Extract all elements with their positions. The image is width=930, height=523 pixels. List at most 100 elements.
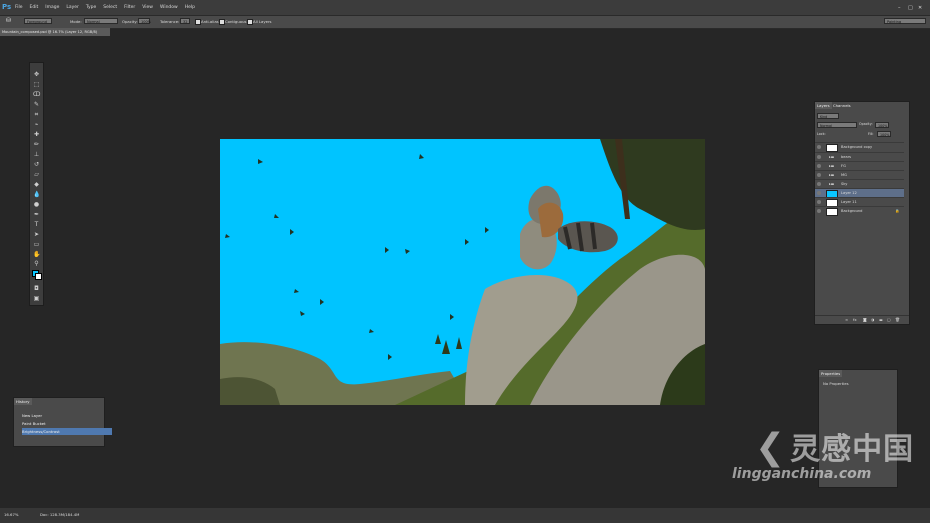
eye-icon[interactable]	[817, 182, 821, 186]
no-properties-text: No Properties	[823, 381, 849, 386]
menu-window[interactable]: Window	[160, 5, 178, 10]
folder-icon[interactable]: ▬	[879, 317, 883, 322]
mode-select[interactable]: Normal	[84, 18, 118, 24]
document-tab[interactable]: Mountain_composed.psd @ 16.7% (Layer 12,…	[0, 28, 110, 36]
zoom-level[interactable]: 16.67%	[4, 512, 18, 517]
menu-bar: Ps File Edit Image Layer Type Select Fil…	[0, 0, 930, 15]
lasso-tool-icon[interactable]: ↀ	[33, 91, 40, 98]
new-layer-icon[interactable]: ▢	[887, 317, 891, 322]
tab-channels[interactable]: Channels	[831, 102, 853, 109]
layer-name: bears	[841, 155, 852, 159]
type-tool-icon[interactable]: T	[33, 221, 40, 228]
menu-layer[interactable]: Layer	[66, 5, 79, 10]
layer-row-selected[interactable]: Layer 12	[815, 188, 904, 198]
hand-tool-icon[interactable]: ✋	[33, 251, 40, 258]
folder-icon: ▸▬	[829, 182, 835, 186]
eye-icon[interactable]	[817, 200, 821, 204]
kind-filter-select[interactable]: Kind	[817, 113, 839, 119]
doc-size: Doc: 128.3M/184.4M	[40, 512, 80, 517]
eye-icon[interactable]	[817, 164, 821, 168]
layer-name: FG	[841, 164, 846, 168]
menu-select[interactable]: Select	[103, 5, 117, 10]
quick-mask-icon[interactable]: ◘	[33, 285, 40, 292]
tab-layers[interactable]: Layers	[815, 102, 832, 109]
artwork	[220, 139, 705, 405]
layer-row[interactable]: Layer 11	[815, 197, 904, 207]
layer-group-row[interactable]: ▸▬ FG	[815, 161, 904, 170]
layer-name: Background	[841, 209, 863, 213]
menu-help[interactable]: Help	[185, 5, 195, 10]
pen-tool-icon[interactable]: ✒	[33, 211, 40, 218]
layer-opacity-input[interactable]: 100%	[875, 122, 889, 128]
folder-icon: ▸▬	[829, 164, 835, 168]
blur-tool-icon[interactable]: 💧	[33, 191, 40, 198]
history-title: History	[14, 398, 32, 405]
background-color-swatch[interactable]	[35, 273, 42, 280]
opacity-input[interactable]: 100%	[138, 18, 151, 24]
trash-icon[interactable]: 🗑	[895, 317, 900, 322]
eye-icon[interactable]	[817, 155, 821, 159]
folder-icon: ▸▬	[829, 155, 835, 159]
watermark-logo-icon: ❮	[755, 427, 787, 468]
healing-tool-icon[interactable]: ✚	[33, 131, 40, 138]
mask-icon[interactable]: ◙	[863, 317, 867, 322]
menu-edit[interactable]: Edit	[30, 5, 39, 10]
blend-mode-select[interactable]: Normal	[817, 122, 857, 128]
fill-input[interactable]: 100%	[877, 131, 891, 137]
menu-type[interactable]: Type	[86, 5, 96, 10]
menu-items: File Edit Image Layer Type Select Filter…	[15, 5, 202, 10]
layer-thumbnail	[826, 208, 838, 216]
maximize-button[interactable]: □	[908, 5, 913, 11]
zoom-tool-icon[interactable]: ⚲	[33, 260, 40, 267]
menu-image[interactable]: Image	[45, 5, 59, 10]
eraser-tool-icon[interactable]: ▱	[33, 171, 40, 178]
crop-tool-icon[interactable]: ⌗	[33, 111, 40, 118]
dodge-tool-icon[interactable]: ●	[33, 201, 40, 208]
close-button[interactable]: ✕	[918, 5, 922, 11]
options-bar: ⛁ Foreground Mode: Normal Opacity: 100% …	[0, 15, 930, 29]
status-bar: 16.67% Doc: 128.3M/184.4M	[0, 508, 930, 523]
layer-name: Layer 12	[841, 191, 857, 195]
quick-select-tool-icon[interactable]: ✎	[33, 101, 40, 108]
workspace-select[interactable]: Painting	[884, 18, 926, 24]
mode-label: Mode:	[70, 19, 82, 24]
paint-bucket-tool-icon[interactable]: ◆	[33, 181, 40, 188]
menu-view[interactable]: View	[142, 5, 153, 10]
history-label: New Layer	[22, 413, 43, 418]
clone-stamp-tool-icon[interactable]: ⊥	[33, 151, 40, 158]
eyedropper-tool-icon[interactable]: ⌁	[33, 121, 40, 128]
layer-group-row[interactable]: ▸▬ MG	[815, 170, 904, 179]
eye-icon[interactable]	[817, 145, 821, 149]
menu-file[interactable]: File	[15, 5, 23, 10]
document-canvas[interactable]	[220, 139, 705, 405]
screen-mode-icon[interactable]: ▣	[33, 295, 40, 302]
history-item[interactable]: Paint Bucket	[22, 420, 112, 427]
adjustment-icon[interactable]: ◑	[871, 317, 874, 322]
history-item-selected[interactable]: Brightness/Contrast	[22, 428, 112, 435]
history-item[interactable]: New Layer	[22, 412, 112, 419]
layer-row[interactable]: Background copy	[815, 142, 904, 152]
eye-icon[interactable]	[817, 173, 821, 177]
history-brush-tool-icon[interactable]: ↺	[33, 161, 40, 168]
link-icon[interactable]: ∞	[845, 317, 848, 322]
marquee-tool-icon[interactable]: ⬚	[33, 81, 40, 88]
layer-thumbnail	[826, 144, 838, 152]
tolerance-input[interactable]: 32	[180, 18, 190, 24]
fx-icon[interactable]: fx	[853, 317, 857, 322]
eye-icon[interactable]	[817, 191, 821, 195]
path-select-tool-icon[interactable]: ➤	[33, 231, 40, 238]
minimize-button[interactable]: –	[898, 5, 901, 11]
layer-row[interactable]: Background 🔒	[815, 206, 904, 216]
layer-group-row[interactable]: ▸▬ bears	[815, 152, 904, 161]
history-label: Brightness/Contrast	[22, 429, 60, 434]
move-tool-icon[interactable]: ✥	[33, 71, 40, 78]
tolerance-label: Tolerance:	[160, 19, 180, 24]
paint-bucket-icon[interactable]: ⛁	[6, 17, 11, 24]
layer-group-row[interactable]: ▸▬ Sky	[815, 179, 904, 188]
eye-icon[interactable]	[817, 209, 821, 213]
fill-source-select[interactable]: Foreground	[24, 18, 52, 24]
brush-tool-icon[interactable]: ✏	[33, 141, 40, 148]
shape-tool-icon[interactable]: ▭	[33, 241, 40, 248]
menu-filter[interactable]: Filter	[124, 5, 135, 10]
layer-name: Layer 11	[841, 200, 857, 204]
